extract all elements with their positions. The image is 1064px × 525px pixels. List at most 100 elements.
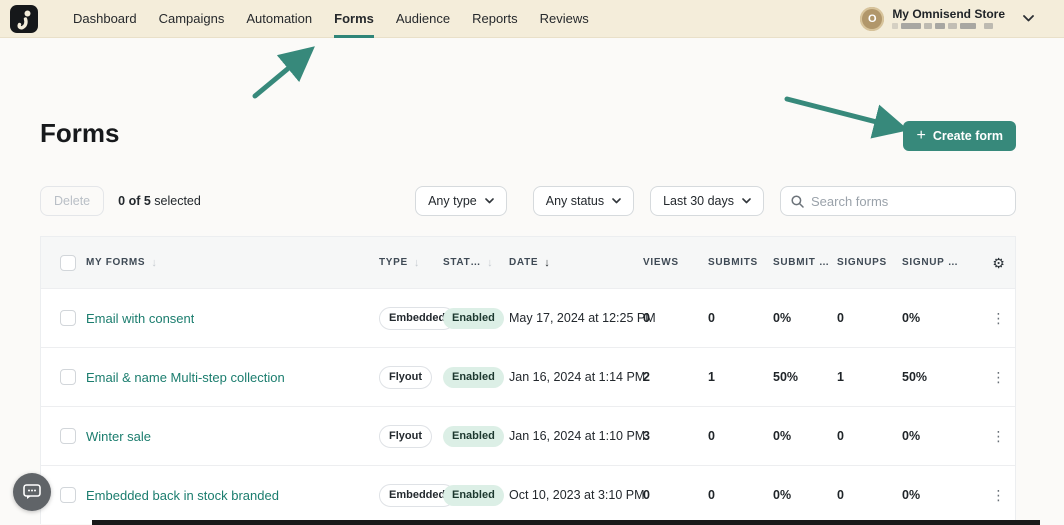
sort-icon: ↓ (487, 257, 493, 269)
submit-rate-cell: 0% (773, 311, 837, 325)
filter-type-dropdown[interactable]: Any type (415, 186, 507, 216)
sort-icon: ↓ (414, 257, 420, 269)
nav-forms[interactable]: Forms (334, 0, 374, 38)
submits-cell: 1 (708, 370, 773, 384)
form-name-link[interactable]: Embedded back in stock branded (86, 488, 279, 503)
views-cell: 2 (643, 370, 708, 384)
column-submit-rate[interactable]: SUBMIT … (773, 257, 837, 268)
table-toolbar: Delete 0 of 5 selected Any type Any stat… (40, 186, 1016, 216)
submits-cell: 0 (708, 429, 773, 443)
form-name-link[interactable]: Winter sale (86, 429, 151, 444)
row-checkbox[interactable] (60, 310, 76, 326)
views-cell: 3 (643, 429, 708, 443)
plus-icon: + (916, 128, 925, 144)
chat-widget-button[interactable] (13, 473, 51, 511)
delete-button[interactable]: Delete (40, 186, 104, 216)
avatar: O (860, 7, 884, 31)
table-header-row: MY FORMS↓ TYPE↓ STAT…↓ DATE↓ VIEWS SUBMI… (41, 237, 1015, 288)
column-submits[interactable]: SUBMITS (708, 257, 773, 268)
form-name-link[interactable]: Email & name Multi-step collection (86, 370, 285, 385)
filter-status-dropdown[interactable]: Any status (533, 186, 634, 216)
views-cell: 0 (643, 311, 708, 325)
signups-cell: 1 (837, 370, 902, 384)
table-row: Email & name Multi-step collection Flyou… (41, 347, 1015, 406)
store-url-redacted (892, 23, 1005, 30)
filter-date-range-dropdown[interactable]: Last 30 days (650, 186, 764, 216)
date-cell: Jan 16, 2024 at 1:14 PM (509, 370, 643, 384)
chevron-down-icon (612, 198, 621, 204)
column-date[interactable]: DATE↓ (509, 257, 643, 269)
gear-icon[interactable]: ⚙ (992, 256, 1005, 270)
column-my-forms[interactable]: MY FORMS↓ (86, 257, 379, 269)
views-cell: 0 (643, 488, 708, 502)
table-row: Embedded back in stock branded Embedded … (41, 465, 1015, 524)
date-cell: May 17, 2024 at 12:25 PM (509, 311, 643, 325)
nav-audience[interactable]: Audience (396, 0, 450, 38)
search-box (780, 186, 1016, 216)
nav-automation[interactable]: Automation (246, 0, 312, 38)
filters: Any type Any status Last 30 days (415, 186, 1016, 216)
kebab-menu-icon[interactable]: ⋮ (992, 429, 1006, 443)
chevron-down-icon (1023, 15, 1034, 22)
forms-table: MY FORMS↓ TYPE↓ STAT…↓ DATE↓ VIEWS SUBMI… (40, 236, 1016, 524)
select-all-checkbox[interactable] (60, 255, 76, 271)
signups-cell: 0 (837, 488, 902, 502)
column-status[interactable]: STAT…↓ (443, 257, 509, 269)
search-input[interactable] (811, 194, 1005, 209)
submits-cell: 0 (708, 488, 773, 502)
signup-rate-cell: 0% (902, 429, 982, 443)
type-badge: Flyout (379, 366, 432, 389)
table-row: Email with consent Embedded Enabled May … (41, 288, 1015, 347)
create-form-label: Create form (933, 129, 1003, 143)
main-nav: Dashboard Campaigns Automation Forms Aud… (73, 0, 589, 38)
search-icon (791, 195, 804, 208)
nav-campaigns[interactable]: Campaigns (159, 0, 225, 38)
signup-rate-cell: 0% (902, 311, 982, 325)
chevron-down-icon (742, 198, 751, 204)
signups-cell: 0 (837, 311, 902, 325)
row-checkbox[interactable] (60, 428, 76, 444)
table-row: Winter sale Flyout Enabled Jan 16, 2024 … (41, 406, 1015, 465)
sort-icon: ↓ (151, 257, 157, 269)
status-badge: Enabled (443, 485, 504, 506)
chevron-down-icon (485, 198, 494, 204)
kebab-menu-icon[interactable]: ⋮ (992, 311, 1006, 325)
column-signups[interactable]: SIGNUPS (837, 257, 902, 268)
row-checkbox[interactable] (60, 369, 76, 385)
date-cell: Jan 16, 2024 at 1:10 PM (509, 429, 643, 443)
create-form-button[interactable]: + Create form (903, 121, 1016, 151)
submit-rate-cell: 0% (773, 488, 837, 502)
signup-rate-cell: 0% (902, 488, 982, 502)
store-info: My Omnisend Store (892, 8, 1005, 30)
nav-reviews[interactable]: Reviews (540, 0, 589, 38)
kebab-menu-icon[interactable]: ⋮ (992, 370, 1006, 384)
signups-cell: 0 (837, 429, 902, 443)
row-checkbox[interactable] (60, 487, 76, 503)
column-views[interactable]: VIEWS (643, 257, 708, 268)
chat-bubble-icon (23, 484, 41, 500)
nav-reports[interactable]: Reports (472, 0, 518, 38)
status-badge: Enabled (443, 367, 504, 388)
submits-cell: 0 (708, 311, 773, 325)
column-type[interactable]: TYPE↓ (379, 257, 443, 269)
column-signup-rate[interactable]: SIGNUP … (902, 257, 982, 268)
submit-rate-cell: 0% (773, 429, 837, 443)
sort-desc-icon: ↓ (544, 257, 550, 269)
store-name: My Omnisend Store (892, 8, 1005, 20)
page-title: Forms (40, 118, 119, 149)
form-name-link[interactable]: Email with consent (86, 311, 194, 326)
status-badge: Enabled (443, 426, 504, 447)
status-badge: Enabled (443, 308, 504, 329)
account-menu[interactable]: O My Omnisend Store (860, 7, 1034, 31)
video-progress-bar (92, 520, 1040, 525)
top-navigation-bar: Dashboard Campaigns Automation Forms Aud… (0, 0, 1064, 38)
type-badge: Flyout (379, 425, 432, 448)
arrow-to-create-form (787, 99, 900, 128)
date-cell: Oct 10, 2023 at 3:10 PM (509, 488, 643, 502)
omnisend-logo-icon[interactable] (10, 5, 38, 33)
selection-count: 0 of 5 selected (118, 194, 201, 208)
kebab-menu-icon[interactable]: ⋮ (992, 488, 1006, 502)
signup-rate-cell: 50% (902, 370, 982, 384)
nav-dashboard[interactable]: Dashboard (73, 0, 137, 38)
submit-rate-cell: 50% (773, 370, 837, 384)
